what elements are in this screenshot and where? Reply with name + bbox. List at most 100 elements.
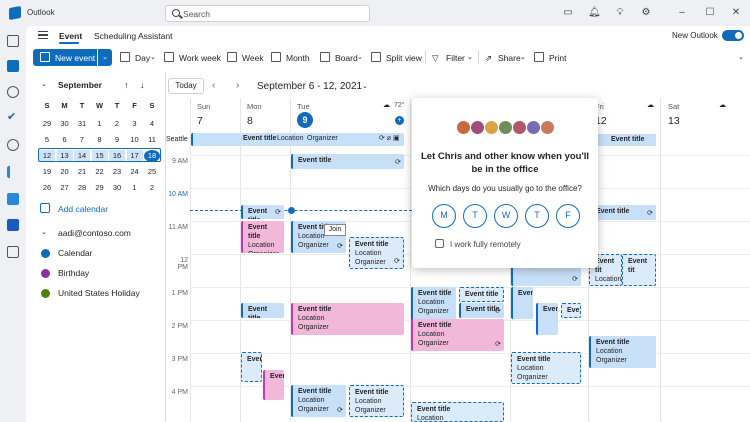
forms-icon[interactable] [7,166,19,178]
filter-button[interactable]: Filter [446,53,465,63]
calendar-event[interactable]: Event titleLocationOrganizer [589,336,656,368]
calendar-color-dot[interactable] [41,289,50,298]
calendar-event[interactable]: Event titleLocationOrganizer⟳ [349,237,404,269]
calendar-event[interactable]: Event titleLocationOrganizer [511,352,581,384]
ribbon-collapse-icon[interactable]: ⌄ [738,53,744,61]
mini-day[interactable]: 24 [127,166,143,178]
calendar-event[interactable]: Event titleLocationOrganizer [241,221,284,253]
office-day-toggle[interactable]: T [525,204,549,228]
date-range-chevron-icon[interactable]: ⌄ [362,82,368,90]
mini-day[interactable]: 1 [92,118,108,130]
minimize-icon[interactable]: – [676,7,688,19]
remote-checkbox[interactable] [435,239,444,248]
day-header-number[interactable]: 8 [247,115,253,127]
new-event-dropdown[interactable]: ⌄ [98,49,112,66]
next-week-icon[interactable]: › [236,80,239,91]
mini-day[interactable]: 7 [74,134,90,146]
hamburger-icon[interactable] [38,31,48,39]
maximize-icon[interactable]: ☐ [704,7,716,19]
calendar-event[interactable]: Event title⟳ [459,303,504,318]
calendar-event[interactable]: Event title Location [411,402,504,422]
calendar-color-dot[interactable] [41,249,50,258]
calendar-event[interactable]: Event titleLocationOrganizer⟳ [291,385,346,417]
calendar-list-item[interactable]: United States Holiday [58,288,140,298]
mini-day[interactable]: 28 [74,182,90,194]
calendar-event[interactable]: Event [536,303,558,335]
split-view-button[interactable]: Split view [386,53,422,63]
new-outlook-toggle[interactable] [722,30,744,41]
mini-day[interactable]: 25 [144,166,160,178]
board-button[interactable]: Board [335,53,358,63]
mini-day[interactable]: 6 [57,134,73,146]
account-collapse-icon[interactable]: ⌄ [41,228,47,236]
mini-day[interactable]: 1 [127,182,143,194]
prev-week-icon[interactable]: ‹ [212,80,215,91]
calendar-event[interactable]: Event [511,287,533,319]
add-calendar-link[interactable]: Add calendar [58,204,108,214]
people-icon[interactable] [7,86,19,98]
mini-day[interactable]: 5 [39,134,55,146]
all-day-event-fri[interactable]: Event title [589,134,656,146]
mail-icon[interactable] [7,35,19,47]
mini-day[interactable]: 8 [92,134,108,146]
calendar-event[interactable]: Event title⟳ [241,205,284,219]
calendar-event[interactable]: Event title [459,287,504,302]
calendar-list-item[interactable]: Calendar [58,248,93,258]
week-button[interactable]: Week [242,53,264,63]
mini-day[interactable]: 20 [57,166,73,178]
day-header-number[interactable]: 7 [197,115,203,127]
mini-day[interactable]: 29 [39,118,55,130]
calendar-event[interactable]: Event tit [622,254,656,286]
calendar-event[interactable]: Event title [241,303,284,318]
next-month-arrow-icon[interactable]: ↓ [140,80,145,90]
calendar-event[interactable]: Event title⟳ [291,154,404,169]
office-location-icon[interactable]: + [395,116,404,125]
prev-month-arrow-icon[interactable]: ↑ [124,80,129,90]
mini-day[interactable]: 11 [144,134,160,146]
gear-icon[interactable]: ⚙ [640,7,652,19]
tab-scheduling-assistant[interactable]: Scheduling Assistant [94,31,172,41]
calendar-event[interactable]: Event title⟳ [589,205,656,220]
mini-day[interactable]: 21 [74,166,90,178]
share-button[interactable]: Share [498,53,521,63]
todo-icon[interactable]: ✔ [7,111,19,123]
bell-icon[interactable]: 🔔︎ [588,7,601,19]
join-button[interactable]: Join [324,224,346,236]
mini-day[interactable]: 2 [144,182,160,194]
today-button[interactable]: Today [168,78,204,94]
calendar-color-dot[interactable] [41,269,50,278]
onedrive-icon[interactable] [7,193,19,205]
word-icon[interactable] [7,219,19,231]
mini-day[interactable]: 22 [92,166,108,178]
meet-now-icon[interactable]: ▭ [562,7,574,19]
all-day-event[interactable]: Event title Location Organizer ⟳ ⌀ ▣ [191,133,404,146]
tab-event[interactable]: Event [59,31,82,41]
mini-day[interactable]: 30 [57,118,73,130]
filter-chevron-icon[interactable]: ⌄ [467,53,473,61]
close-icon[interactable]: ✕ [730,7,742,19]
day-header-number[interactable]: 13 [668,115,680,127]
apps-icon[interactable] [7,246,19,258]
mini-day[interactable]: 4 [144,118,160,130]
calendar-event[interactable]: Event titleLocationOrganizer⟳ [411,319,504,351]
mini-day[interactable]: 23 [109,166,125,178]
today-date[interactable]: 9 [297,112,313,128]
office-day-toggle[interactable]: F [556,204,580,228]
search-input[interactable]: Search [165,5,370,22]
mini-day[interactable]: 31 [74,118,90,130]
mini-day[interactable]: 10 [127,134,143,146]
calendar-event[interactable]: Event [561,303,581,318]
day-view-button[interactable]: Day [135,53,150,63]
calendar-event[interactable]: Ever [241,352,262,382]
mini-day[interactable]: 2 [109,118,125,130]
chevron-down-icon[interactable]: ⌄ [150,53,156,61]
share-chevron-icon[interactable]: ⌄ [520,53,526,61]
calendar-icon[interactable] [7,60,19,72]
work-week-button[interactable]: Work week [179,53,221,63]
mini-day[interactable]: 19 [39,166,55,178]
calendar-event[interactable]: Event titleLocationOrganizer [349,385,404,417]
office-day-toggle[interactable]: W [494,204,518,228]
mini-day[interactable]: 30 [109,182,125,194]
mini-day[interactable]: 29 [92,182,108,194]
mini-day[interactable]: 27 [57,182,73,194]
